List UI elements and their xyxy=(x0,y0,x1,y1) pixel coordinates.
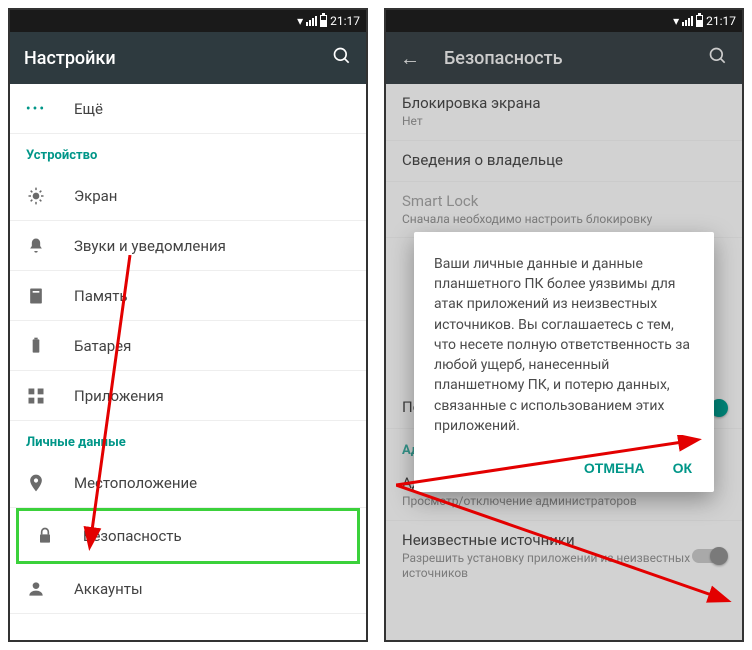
list-item-storage[interactable]: Память xyxy=(10,271,366,321)
status-time: 21:17 xyxy=(706,14,736,28)
lock-icon xyxy=(35,526,55,546)
app-title: Настройки xyxy=(24,48,332,69)
location-icon xyxy=(26,473,46,493)
more-label: Ещё xyxy=(74,100,103,118)
item-owner-info: Сведения о владельце xyxy=(386,141,742,182)
signal-icon xyxy=(682,16,693,26)
status-bar: ▾ 21:17 xyxy=(10,10,366,32)
list-item-location[interactable]: Местоположение xyxy=(10,458,366,508)
account-icon xyxy=(26,579,46,599)
cancel-button[interactable]: ОТМЕНА xyxy=(582,454,647,482)
wifi-icon: ▾ xyxy=(673,14,679,28)
battery-item-icon xyxy=(26,336,46,356)
list-item-sounds[interactable]: Звуки и уведомления xyxy=(10,221,366,271)
confirm-dialog: Ваши личные данные и данные планшетного … xyxy=(414,232,714,493)
phone-security: ▾ 21:17 ← Безопасность Блокировка экрана… xyxy=(384,8,744,642)
item-unknown-sources: Неизвестные источники Разрешить установк… xyxy=(386,521,742,592)
battery-icon xyxy=(696,15,703,27)
list-item-apps[interactable]: Приложения xyxy=(10,371,366,421)
section-personal: Личные данные xyxy=(10,421,366,458)
battery-icon xyxy=(320,15,327,27)
app-bar-security: ← Безопасность xyxy=(386,32,742,84)
bell-icon xyxy=(26,236,46,256)
settings-list: ••• Ещё Устройство Экран Звуки и уведомл… xyxy=(10,84,366,640)
apps-icon xyxy=(26,386,46,406)
list-item-security[interactable]: Безопасность xyxy=(19,511,357,561)
app-bar-settings: Настройки xyxy=(10,32,366,84)
section-device: Устройство xyxy=(10,134,366,171)
list-item-more[interactable]: ••• Ещё xyxy=(10,84,366,134)
search-icon[interactable] xyxy=(708,46,728,71)
highlight-security: Безопасность xyxy=(16,508,360,564)
dialog-message: Ваши личные данные и данные планшетного … xyxy=(434,254,694,437)
list-item-accounts[interactable]: Аккаунты xyxy=(10,564,366,614)
wifi-icon: ▾ xyxy=(297,14,303,28)
ok-button[interactable]: ОК xyxy=(671,454,694,482)
item-screen-lock: Блокировка экрана Нет xyxy=(386,84,742,141)
unknown-sources-switch[interactable] xyxy=(692,549,726,563)
display-icon xyxy=(26,186,46,206)
status-time: 21:17 xyxy=(330,14,360,28)
app-title: Безопасность xyxy=(444,48,708,69)
list-item-display[interactable]: Экран xyxy=(10,171,366,221)
signal-icon xyxy=(306,16,317,26)
search-icon[interactable] xyxy=(332,46,352,71)
dialog-actions: ОТМЕНА ОК xyxy=(434,454,694,482)
storage-icon xyxy=(26,286,46,306)
item-smart-lock: Smart Lock Сначала необходимо настроить … xyxy=(386,182,742,239)
phone-settings: ▾ 21:17 Настройки ••• Ещё Устройство Экр… xyxy=(8,8,368,642)
status-bar: ▾ 21:17 xyxy=(386,10,742,32)
back-icon[interactable]: ← xyxy=(400,46,420,71)
list-item-battery[interactable]: Батарея xyxy=(10,321,366,371)
more-icon: ••• xyxy=(26,99,46,119)
